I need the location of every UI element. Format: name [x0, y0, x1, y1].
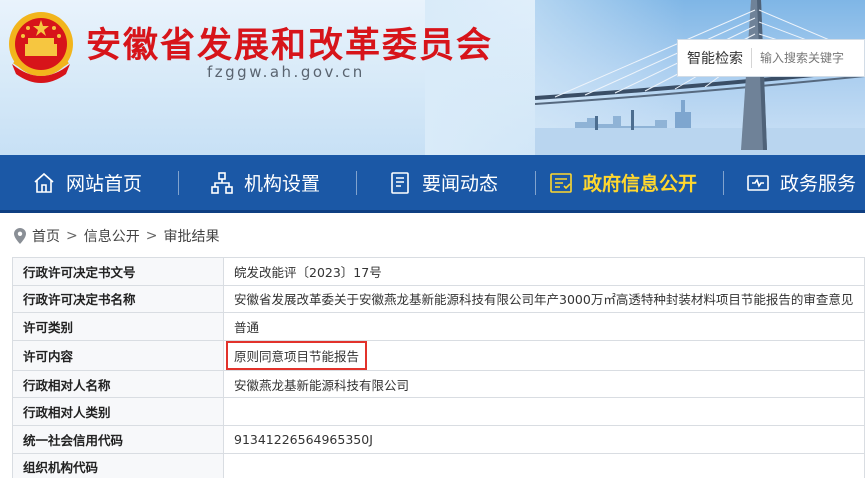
site-title: 安徽省发展和改革委员会: [86, 26, 494, 66]
nav-label-services: 政务服务: [780, 173, 857, 195]
org-chart-icon: [211, 171, 233, 194]
site-domain: fzggw.ah.gov.cn: [207, 63, 365, 81]
nav-item-home[interactable]: 网站首页: [32, 155, 142, 210]
main-nav: 网站首页 机构设置 要闻动态 政府信息公开 政务服务: [0, 155, 865, 213]
nav-item-organization[interactable]: 机构设置: [210, 155, 320, 210]
nav-label-organization: 机构设置: [244, 173, 321, 195]
nav-label-home: 网站首页: [66, 173, 143, 195]
row-label-decision-name: 行政许可决定书名称: [12, 284, 224, 314]
table-row: 统一社会信用代码 91341226564965350J: [12, 424, 865, 454]
nav-item-news[interactable]: 要闻动态: [388, 155, 498, 210]
row-value-decision-number: 皖发改能评〔2023〕17号: [223, 257, 865, 286]
site-header: 安徽省发展和改革委员会 fzggw.ah.gov.cn 智能检索: [0, 0, 865, 155]
table-row: 行政许可决定书文号 皖发改能评〔2023〕17号: [12, 257, 865, 286]
breadcrumb-info-disclosure[interactable]: 信息公开: [84, 226, 140, 246]
breadcrumb: 首页 > 信息公开 > 审批结果: [14, 225, 219, 247]
breadcrumb-separator: >: [145, 228, 158, 244]
table-row: 许可内容 原则同意项目节能报告: [12, 339, 865, 371]
row-label-credit-code: 统一社会信用代码: [12, 424, 224, 454]
row-value-credit-code: 91341226564965350J: [223, 424, 865, 454]
search-box: 智能检索: [677, 39, 865, 77]
search-input[interactable]: [752, 51, 852, 65]
national-emblem-icon: [9, 12, 73, 83]
row-value-counterparty-type: [223, 397, 865, 426]
table-row: 行政相对人类别: [12, 397, 865, 426]
table-row: 行政相对人名称 安徽燕龙基新能源科技有限公司: [12, 369, 865, 399]
row-label-counterparty-name: 行政相对人名称: [12, 369, 224, 399]
nav-item-info-disclosure[interactable]: 政府信息公开: [549, 155, 697, 210]
nav-label-news: 要闻动态: [422, 173, 499, 195]
smart-search-button[interactable]: 智能检索: [678, 48, 751, 68]
row-value-decision-name: 安徽省发展改革委关于安徽燕龙基新能源科技有限公司年产3000万㎡高透特种封装材料…: [223, 284, 865, 314]
location-pin-icon: [14, 228, 26, 244]
table-row: 组织机构代码: [12, 452, 865, 478]
breadcrumb-home[interactable]: 首页: [32, 226, 60, 246]
row-label-org-code: 组织机构代码: [12, 452, 224, 478]
news-icon: [391, 171, 409, 194]
info-disclosure-icon: [550, 172, 572, 193]
row-value-org-code: [223, 452, 865, 478]
nav-item-services[interactable]: 政务服务: [746, 155, 856, 210]
bridge-illustration: [535, 0, 865, 155]
nav-label-info-disclosure: 政府信息公开: [583, 173, 698, 195]
service-icon: [747, 174, 769, 191]
breadcrumb-separator: >: [66, 228, 78, 244]
row-value-permit-category: 普通: [223, 312, 865, 341]
row-label-permit-category: 许可类别: [12, 312, 224, 341]
table-row: 行政许可决定书名称 安徽省发展改革委关于安徽燕龙基新能源科技有限公司年产3000…: [12, 284, 865, 314]
row-value-counterparty-name: 安徽燕龙基新能源科技有限公司: [223, 369, 865, 399]
row-label-permit-content: 许可内容: [12, 339, 224, 371]
approval-info-table: 行政许可决定书文号 皖发改能评〔2023〕17号 行政许可决定书名称 安徽省发展…: [12, 257, 865, 478]
row-value-permit-content-cell: 原则同意项目节能报告: [223, 339, 865, 371]
table-row: 许可类别 普通: [12, 312, 865, 341]
row-label-decision-number: 行政许可决定书文号: [12, 257, 224, 286]
home-icon: [34, 172, 54, 193]
row-label-counterparty-type: 行政相对人类别: [12, 397, 224, 426]
row-value-permit-content: 原则同意项目节能报告: [226, 341, 368, 370]
breadcrumb-current: 审批结果: [163, 229, 220, 245]
